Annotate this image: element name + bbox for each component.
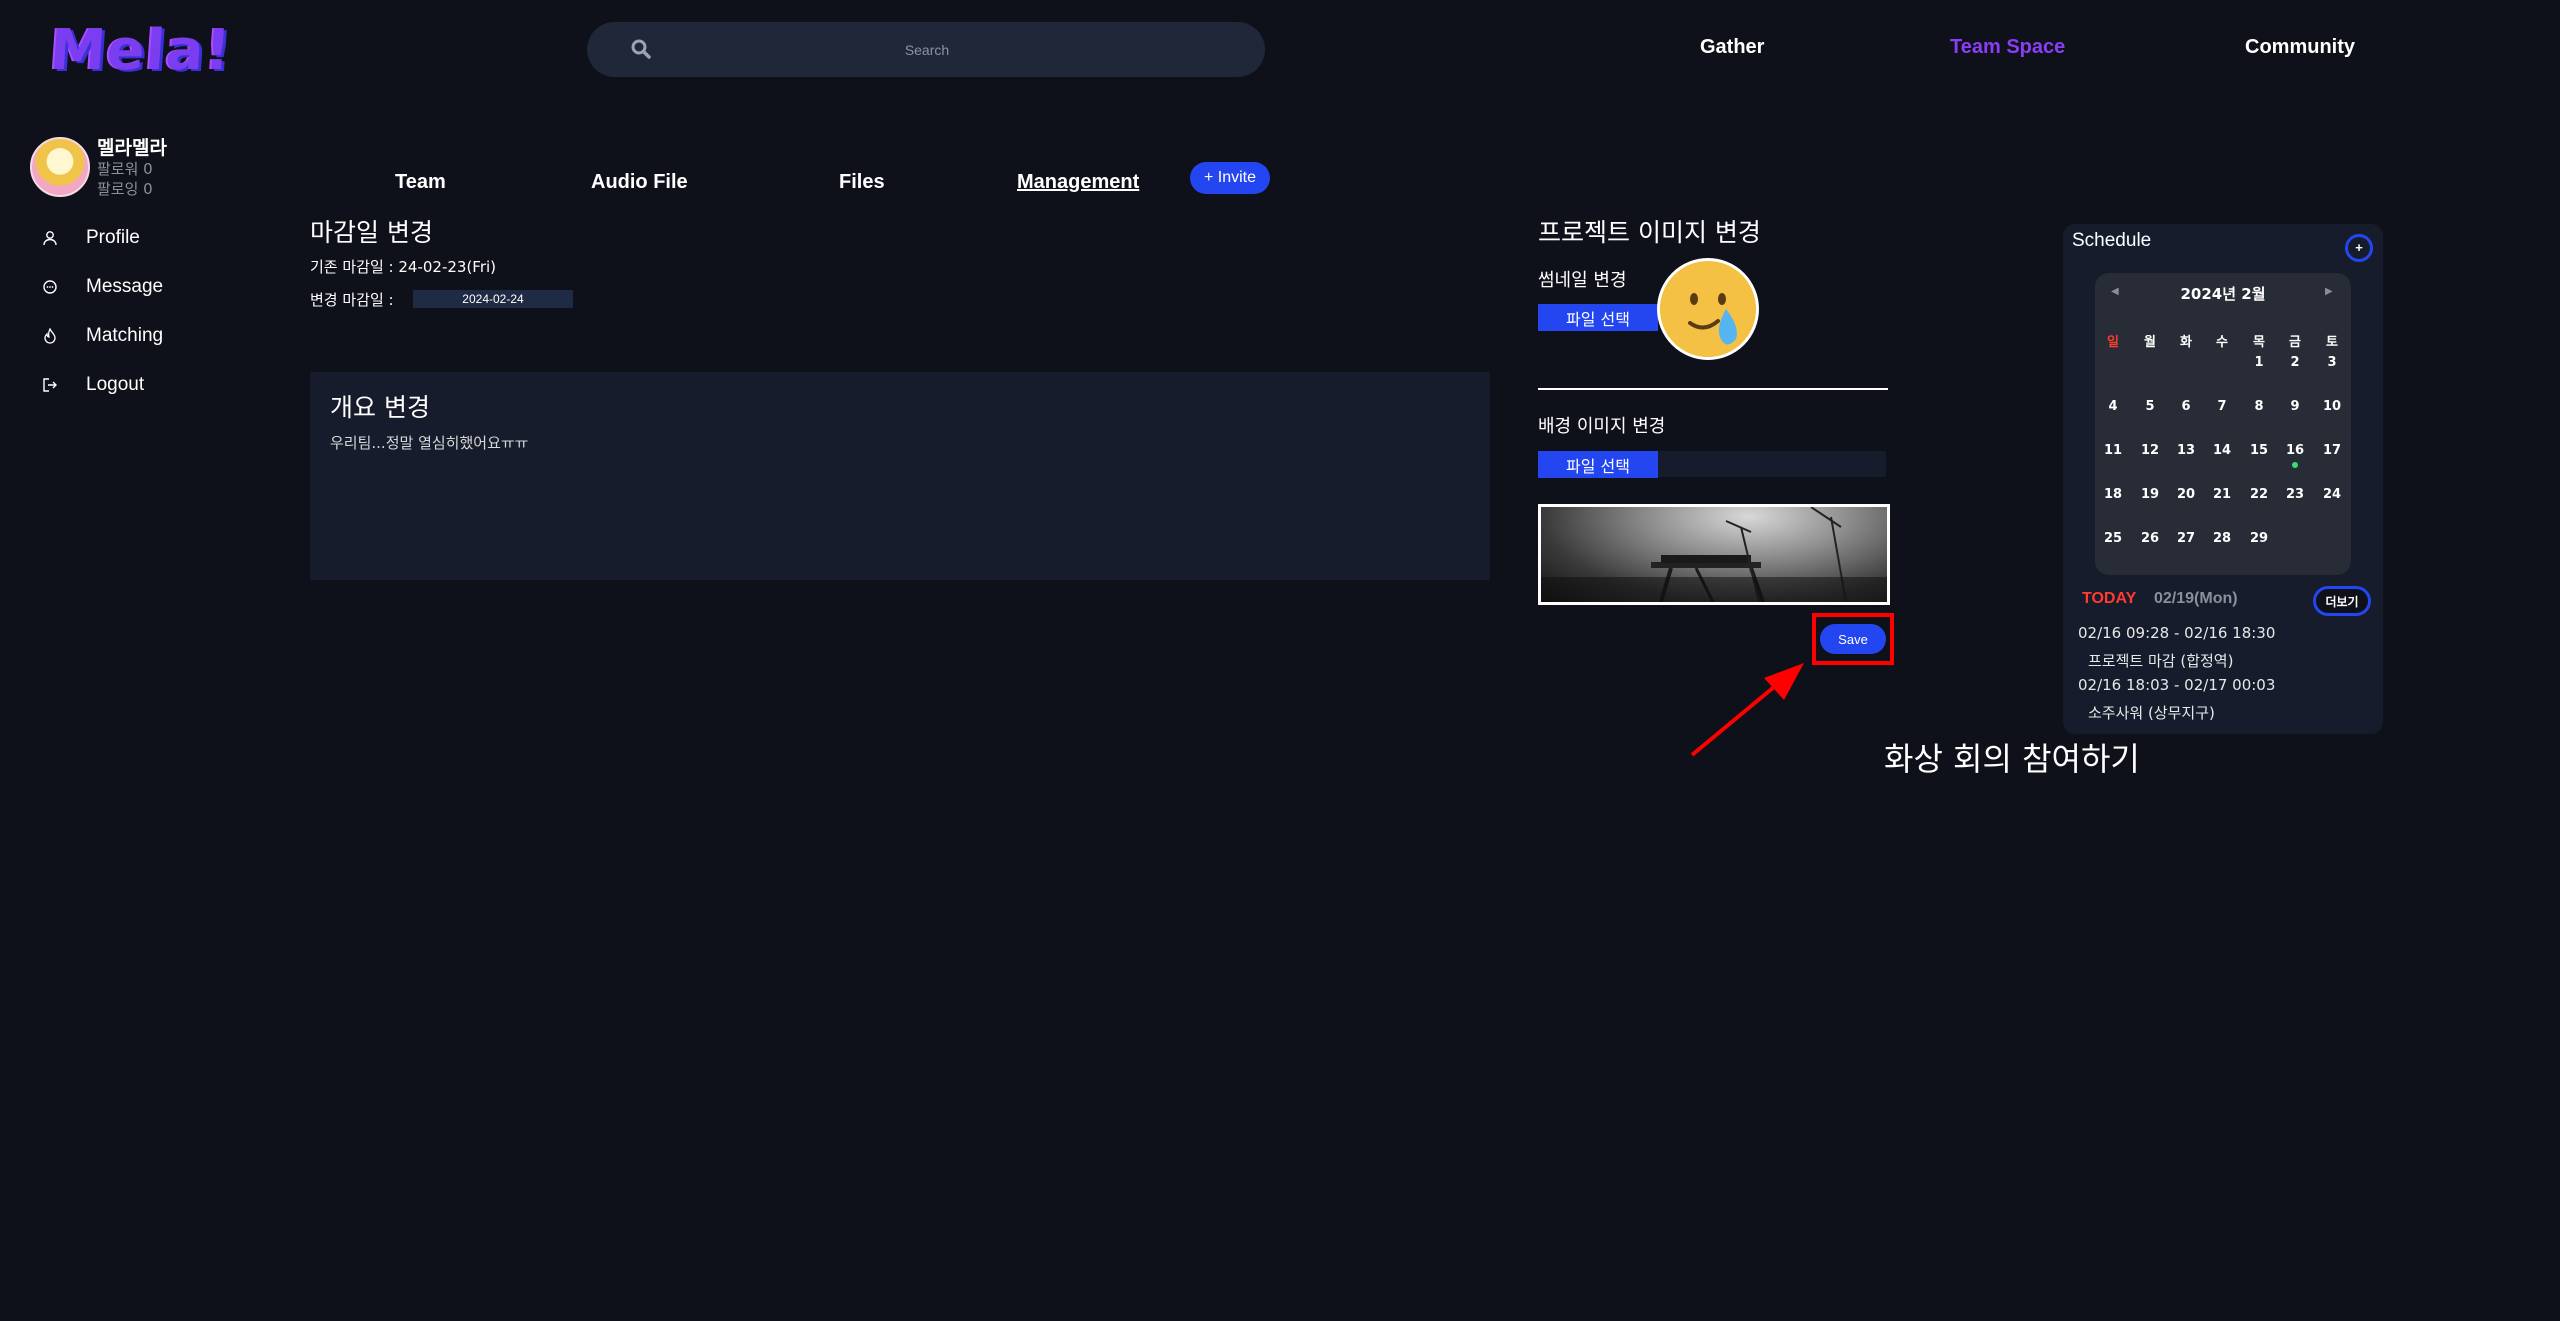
calendar-day[interactable]: 6: [2171, 399, 2201, 414]
calendar: [2095, 273, 2351, 575]
divider: [1538, 388, 1888, 390]
background-image-preview: [1538, 504, 1890, 605]
sidebar-item-profile[interactable]: Profile: [42, 223, 140, 253]
calendar-day[interactable]: 14: [2207, 443, 2237, 458]
deadline-title: 마감일 변경: [310, 218, 433, 247]
event-time: 02/16 09:28 - 02/16 18:30: [2078, 624, 2276, 642]
summary-panel: 개요 변경: [310, 372, 1490, 580]
save-button[interactable]: Save: [1820, 624, 1886, 654]
calendar-day[interactable]: 4: [2098, 399, 2128, 414]
weekday-label: 월: [2144, 335, 2156, 350]
sidebar-item-label: Message: [86, 276, 164, 297]
sidebar-item-message[interactable]: Message: [42, 272, 163, 302]
event-time: 02/16 18:03 - 02/17 00:03: [2078, 676, 2276, 694]
calendar-day[interactable]: 9: [2280, 399, 2310, 414]
annotation-text: 화상 회의 참여하기: [1884, 740, 2140, 778]
sidebar-item-label: Logout: [86, 374, 145, 395]
followers-count: 팔로워 0: [97, 160, 153, 178]
logout-icon: [43, 378, 57, 392]
sidebar-item-matching[interactable]: Matching: [42, 321, 163, 351]
tab-management[interactable]: Management: [1017, 171, 1139, 194]
calendar-day[interactable]: 18: [2098, 487, 2128, 502]
sidebar-item-label: Profile: [86, 227, 140, 248]
search-bar[interactable]: [587, 22, 1265, 77]
weekday-label: 목: [2253, 335, 2265, 350]
calendar-day[interactable]: 29: [2244, 531, 2274, 546]
thumbnail-file-button[interactable]: 파일 선택: [1538, 304, 1658, 331]
tab-team[interactable]: Team: [395, 171, 446, 194]
calendar-day[interactable]: 8: [2244, 399, 2274, 414]
calendar-day[interactable]: 28: [2207, 531, 2237, 546]
sidebar-item-label: Matching: [86, 325, 164, 346]
background-file-button[interactable]: 파일 선택: [1538, 451, 1658, 478]
calendar-day[interactable]: 26: [2135, 531, 2165, 546]
calendar-day[interactable]: 20: [2171, 487, 2201, 502]
calendar-day[interactable]: 24: [2317, 487, 2347, 502]
event-title[interactable]: 소주사워 (상무지구): [2088, 702, 2215, 723]
crying-face-icon: [1660, 261, 1756, 357]
weekday-label: 금: [2289, 335, 2301, 350]
calendar-day[interactable]: 21: [2207, 487, 2237, 502]
stage-photo: [1541, 507, 1887, 602]
tab-audio-file[interactable]: Audio File: [591, 171, 688, 194]
calendar-day[interactable]: 10: [2317, 399, 2347, 414]
nav-community[interactable]: Community: [2245, 36, 2355, 59]
project-image-title: 프로젝트 이미지 변경: [1538, 218, 1761, 247]
weekday-label: 토: [2326, 335, 2338, 350]
today-label: TODAY: [2082, 590, 2137, 607]
thumbnail-label: 썸네일 변경: [1538, 270, 1627, 291]
current-deadline: 기존 마감일 : 24-02-23(Fri): [310, 258, 497, 276]
schedule-title: Schedule: [2072, 230, 2152, 251]
calendar-day[interactable]: 22: [2244, 487, 2274, 502]
calendar-day[interactable]: 12: [2135, 443, 2165, 458]
calendar-day[interactable]: 3: [2317, 355, 2347, 370]
search-input[interactable]: [667, 22, 1187, 77]
calendar-day[interactable]: 1: [2244, 355, 2274, 370]
logo[interactable]: Mela!: [48, 18, 234, 83]
search-icon: [631, 39, 651, 59]
calendar-day[interactable]: 16: [2280, 443, 2310, 458]
nav-team-space[interactable]: Team Space: [1950, 36, 2065, 59]
calendar-day[interactable]: 23: [2280, 487, 2310, 502]
summary-title: 개요 변경: [330, 393, 430, 422]
background-image-label: 배경 이미지 변경: [1538, 416, 1666, 437]
thumbnail-image: [1657, 258, 1759, 360]
tab-files[interactable]: Files: [839, 171, 885, 194]
user-name: 멜라멜라: [97, 137, 167, 159]
invite-button[interactable]: + Invite: [1190, 162, 1270, 194]
add-schedule-button[interactable]: +: [2345, 234, 2373, 262]
summary-textarea[interactable]: [330, 432, 1430, 562]
calendar-day[interactable]: 5: [2135, 399, 2165, 414]
nav-gather[interactable]: Gather: [1700, 36, 1764, 59]
chat-icon: [43, 280, 57, 294]
calendar-day[interactable]: 2: [2280, 355, 2310, 370]
calendar-month: 2024년 2월: [2180, 285, 2266, 303]
calendar-day[interactable]: 17: [2317, 443, 2347, 458]
calendar-day[interactable]: 7: [2207, 399, 2237, 414]
calendar-day[interactable]: 27: [2171, 531, 2201, 546]
new-deadline-input[interactable]: 2024-02-24: [413, 290, 573, 308]
calendar-day[interactable]: 13: [2171, 443, 2201, 458]
avatar[interactable]: [30, 137, 90, 197]
weekday-label: 일: [2107, 335, 2119, 350]
calendar-day[interactable]: 15: [2244, 443, 2274, 458]
sidebar-item-logout[interactable]: Logout: [42, 370, 144, 400]
calendar-day[interactable]: 11: [2098, 443, 2128, 458]
fire-icon: [44, 328, 56, 344]
more-button[interactable]: 더보기: [2313, 586, 2371, 616]
following-count: 팔로잉 0: [97, 180, 153, 198]
new-deadline-label: 변경 마감일 :: [310, 291, 394, 309]
calendar-day[interactable]: 19: [2135, 487, 2165, 502]
next-month-icon[interactable]: ▶: [2325, 286, 2333, 297]
today-date: 02/19(Mon): [2154, 590, 2238, 607]
event-dot: [2292, 462, 2298, 468]
event-title[interactable]: 프로젝트 마감 (합정역): [2088, 650, 2233, 671]
weekday-label: 수: [2216, 335, 2228, 350]
user-icon: [43, 231, 57, 246]
calendar-day[interactable]: 25: [2098, 531, 2128, 546]
annotation-arrow: [1690, 663, 1804, 757]
weekday-label: 화: [2180, 335, 2192, 350]
